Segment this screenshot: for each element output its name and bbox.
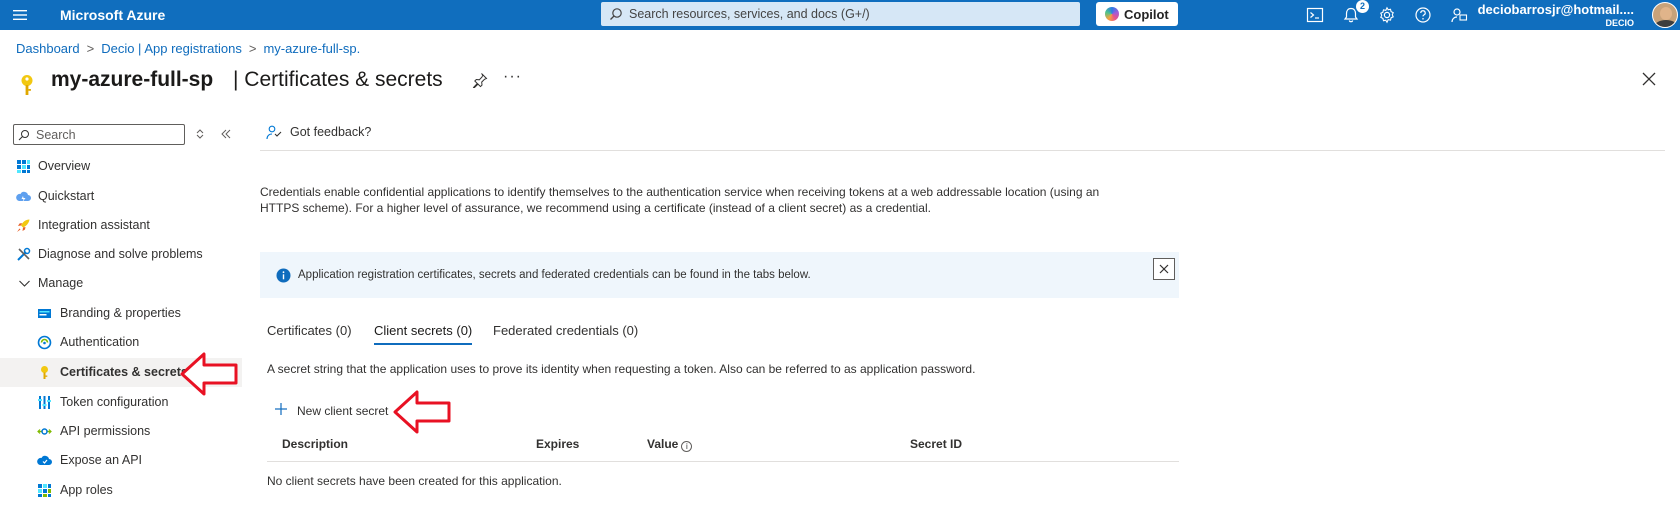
help-question-icon[interactable]: [1414, 6, 1432, 24]
more-options-button[interactable]: ···: [503, 68, 522, 86]
close-icon: [1159, 264, 1169, 274]
tab-certificates[interactable]: Certificates (0): [267, 323, 352, 345]
tab-federated-credentials[interactable]: Federated credentials (0): [493, 323, 638, 345]
column-header-expires[interactable]: Expires: [536, 437, 579, 451]
close-icon[interactable]: [1640, 70, 1658, 88]
copilot-icon: [1105, 7, 1119, 21]
sidebar-item-api-permissions[interactable]: API permissions: [0, 417, 242, 446]
account-tenant: DECIO: [1605, 18, 1634, 28]
avatar[interactable]: [1652, 2, 1678, 28]
key-icon: [21, 75, 33, 95]
sidebar-item-label: Quickstart: [38, 189, 95, 203]
column-header-value[interactable]: Value i: [647, 437, 693, 452]
account-menu[interactable]: deciobarrosjr@hotmail.... DECIO: [1478, 2, 1634, 28]
sidebar-item-label: Authentication: [60, 335, 140, 349]
page-subtitle: | Certificates & secrets: [233, 68, 443, 91]
top-navigation-bar: Microsoft Azure Search resources, servic…: [0, 0, 1680, 30]
dismiss-banner-button[interactable]: [1153, 258, 1175, 280]
column-header-description[interactable]: Description: [282, 437, 348, 451]
expand-collapse-icon[interactable]: [194, 128, 206, 140]
sidebar-item-label: Branding & properties: [60, 306, 181, 320]
feedback-person-icon[interactable]: [1450, 6, 1468, 24]
sidebar-item-label: Overview: [38, 159, 91, 173]
search-icon: [18, 130, 29, 141]
sidebar-item-overview[interactable]: Overview: [0, 152, 242, 181]
tab-client-secrets[interactable]: Client secrets (0): [374, 323, 473, 345]
search-icon: [610, 8, 622, 20]
info-icon: [276, 268, 291, 283]
global-search-input[interactable]: Search resources, services, and docs (G+…: [601, 2, 1080, 26]
feedback-person-icon: [266, 125, 282, 140]
app-roles-icon: [38, 484, 51, 497]
breadcrumb-app[interactable]: my-azure-full-sp.: [263, 41, 360, 56]
breadcrumb-dashboard[interactable]: Dashboard: [16, 41, 80, 56]
plus-icon: [275, 403, 287, 415]
overview-icon: [17, 160, 30, 173]
toolbar-divider: [260, 150, 1665, 151]
client-secret-description: A secret string that the application use…: [267, 362, 976, 376]
cloud-icon: [37, 455, 52, 465]
page-title: my-azure-full-sp: [51, 68, 214, 91]
sidebar-item-label: API permissions: [60, 424, 151, 438]
info-icon[interactable]: i: [681, 441, 693, 452]
annotation-arrow-left-icon: [180, 352, 238, 396]
table-divider: [267, 461, 1179, 462]
key-icon: [41, 366, 48, 379]
sidebar-group-manage[interactable]: Manage: [0, 269, 242, 298]
copilot-label: Copilot: [1124, 7, 1169, 22]
sidebar-item-diagnose[interactable]: Diagnose and solve problems: [0, 240, 242, 269]
empty-table-message: No client secrets have been created for …: [267, 474, 562, 488]
column-header-secret-id[interactable]: Secret ID: [910, 437, 962, 451]
sidebar-search-placeholder: Search: [36, 128, 76, 142]
account-email: deciobarrosjr@hotmail....: [1477, 2, 1634, 17]
sidebar-item-label: Expose an API: [60, 453, 143, 467]
token-icon: [38, 396, 51, 409]
sidebar-item-label: Token configuration: [60, 395, 169, 409]
sidebar-item-label: Diagnose and solve problems: [38, 247, 203, 261]
info-banner: Application registration certificates, s…: [260, 252, 1179, 298]
info-banner-text: Application registration certificates, s…: [298, 269, 811, 281]
annotation-arrow-left-icon: [393, 390, 451, 434]
rocket-icon: [17, 219, 30, 232]
breadcrumb-separator: >: [86, 41, 95, 56]
breadcrumb: Dashboard > Decio | App registrations > my-a…: [16, 41, 360, 56]
chevron-down-icon: [19, 280, 30, 287]
avatar-face: [1660, 7, 1672, 20]
sidebar-item-label: Manage: [38, 276, 84, 290]
breadcrumb-app-registrations[interactable]: Decio | App registrations: [101, 41, 242, 56]
credentials-description: Credentials enable confidential applicat…: [260, 185, 1100, 215]
collapse-sidebar-icon[interactable]: [220, 128, 232, 140]
got-feedback-label: Got feedback?: [290, 125, 372, 139]
settings-gear-icon[interactable]: [1378, 6, 1396, 24]
pin-icon[interactable]: [472, 72, 488, 88]
sidebar-item-integration-assistant[interactable]: Integration assistant: [0, 211, 242, 240]
quickstart-icon: [16, 191, 31, 202]
sidebar-item-expose-api[interactable]: Expose an API: [0, 446, 242, 475]
sidebar-item-label: Certificates & secrets: [60, 365, 188, 379]
sidebar-item-branding[interactable]: Branding & properties: [0, 299, 242, 328]
notification-count-badge: 2: [1356, 0, 1369, 13]
authentication-icon: [37, 335, 52, 350]
sidebar-search-input[interactable]: Search: [13, 124, 185, 145]
sidebar-item-label: Integration assistant: [38, 218, 150, 232]
search-placeholder: Search resources, services, and docs (G+…: [629, 7, 870, 21]
sidebar-item-app-roles[interactable]: App roles: [0, 476, 242, 505]
new-client-secret-label: New client secret: [297, 404, 389, 418]
copilot-button[interactable]: Copilot: [1096, 2, 1178, 26]
column-header-value-label: Value: [647, 437, 679, 451]
breadcrumb-separator: >: [248, 41, 257, 56]
wrench-icon: [17, 247, 31, 261]
sidebar-item-quickstart[interactable]: Quickstart: [0, 182, 242, 211]
hamburger-menu-icon[interactable]: [12, 7, 28, 23]
cloud-shell-icon[interactable]: [1306, 6, 1324, 24]
api-permissions-icon: [37, 428, 52, 435]
avatar-body: [1655, 20, 1677, 27]
portal-brand[interactable]: Microsoft Azure: [60, 7, 165, 23]
sidebar-item-label: App roles: [60, 483, 113, 497]
branding-icon: [38, 309, 51, 318]
